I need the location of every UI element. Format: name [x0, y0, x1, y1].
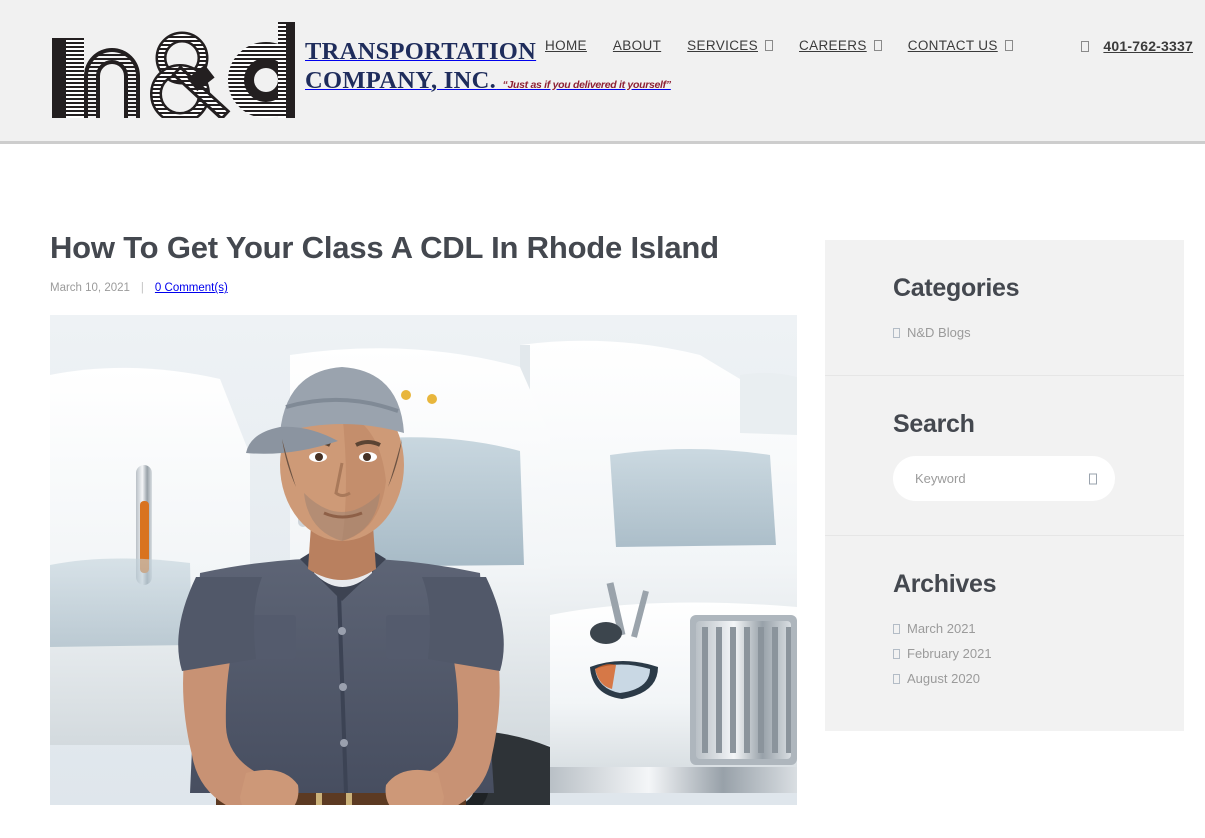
header-phone-link[interactable]: 401-762-3337 [1081, 38, 1193, 54]
list-item[interactable]: August 2020 [893, 666, 1184, 691]
search-submit-button[interactable] [1089, 473, 1097, 484]
site-header: TRANSPORTATION COMPANY, INC. “Just as if… [0, 0, 1205, 144]
post-meta-separator: | [140, 282, 144, 295]
post-comments-link[interactable]: 0 Comment(s) [155, 282, 228, 294]
blog-post: How To Get Your Class A CDL In Rhode Isl… [50, 229, 797, 806]
nav-item-label: SERVICES [687, 38, 758, 53]
widget-title: Archives [893, 570, 997, 598]
widget-categories: Categories N&D Blogs [825, 240, 1184, 375]
categories-list: N&D Blogs [893, 320, 1184, 345]
search-form [893, 456, 1115, 501]
list-item[interactable]: N&D Blogs [893, 320, 1184, 345]
nav-item-label: CONTACT US [907, 38, 998, 53]
archives-list: March 2021 February 2021 August 2020 [893, 616, 1184, 691]
brand-name-line2: COMPANY, INC. [305, 66, 497, 94]
nav-item-careers[interactable]: CAREERS [799, 38, 882, 53]
main-navigation: HOME ABOUT SERVICES CAREERS CONTACT US [545, 38, 1013, 53]
list-bullet-icon [893, 648, 900, 659]
chevron-down-icon [765, 40, 773, 51]
page-body: How To Get Your Class A CDL In Rhode Isl… [0, 144, 1205, 838]
widget-search: Search [825, 375, 1184, 535]
list-item-label: March 2021 [907, 621, 976, 636]
nav-item-home[interactable]: HOME [545, 38, 587, 53]
widget-archives: Archives March 2021 February 2021 August… [825, 535, 1184, 731]
post-meta: March 10, 2021 | 0 Comment(s) [50, 282, 797, 294]
nav-item-label: ABOUT [612, 38, 662, 53]
chevron-down-icon [1004, 40, 1013, 51]
nav-item-label: HOME [545, 38, 587, 53]
brand-wordmark: TRANSPORTATION COMPANY, INC. “Just as if… [305, 18, 671, 95]
list-item-label: N&D Blogs [907, 325, 971, 340]
nav-item-about[interactable]: ABOUT [613, 38, 661, 53]
list-item[interactable]: March 2021 [893, 616, 1184, 641]
list-item[interactable]: February 2021 [893, 641, 1184, 666]
list-item-label: February 2021 [907, 646, 992, 661]
brand-name-line1: TRANSPORTATION [305, 38, 537, 65]
site-logo-link[interactable]: TRANSPORTATION COMPANY, INC. “Just as if… [50, 18, 671, 124]
search-icon [1089, 473, 1097, 484]
nd-monogram-logo-icon [50, 18, 304, 124]
nav-item-services[interactable]: SERVICES [687, 38, 773, 53]
search-input[interactable] [893, 456, 1115, 501]
page-title: How To Get Your Class A CDL In Rhode Isl… [50, 230, 719, 265]
nav-item-contact-us[interactable]: CONTACT US [908, 38, 1013, 53]
header-phone-number: 401-762-3337 [1103, 38, 1193, 54]
nav-item-label: CAREERS [799, 38, 867, 53]
list-bullet-icon [893, 673, 900, 684]
list-bullet-icon [893, 327, 900, 338]
brand-tagline: “Just as if you delivered it yourself” [502, 78, 672, 91]
sidebar: Categories N&D Blogs Search Archives [825, 240, 1184, 731]
list-item-label: August 2020 [907, 671, 981, 686]
chevron-down-icon [873, 40, 882, 51]
widget-title: Categories [893, 274, 1020, 302]
post-featured-image [50, 315, 797, 806]
phone-icon [1081, 40, 1090, 52]
widget-title: Search [893, 410, 975, 438]
list-bullet-icon [893, 623, 900, 634]
post-date: March 10, 2021 [50, 282, 130, 295]
